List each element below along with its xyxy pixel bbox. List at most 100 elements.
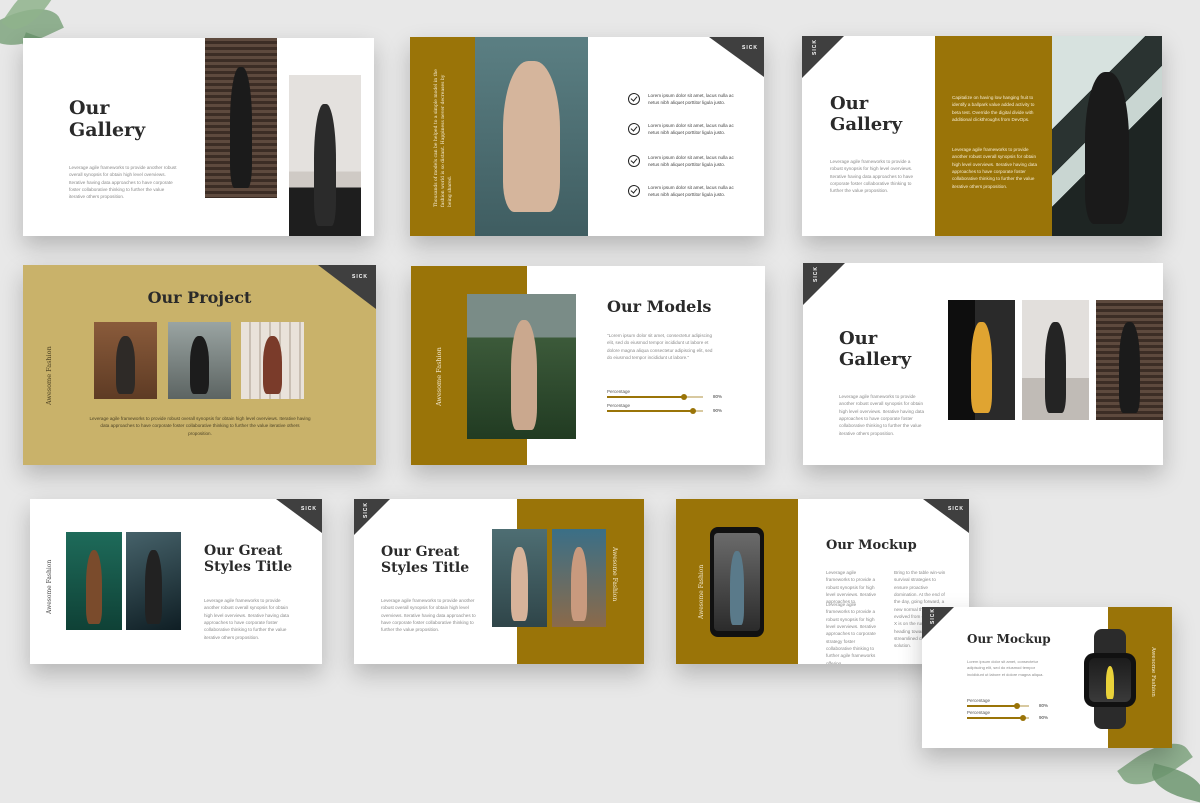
progress-bar-track [967,703,1029,709]
vertical-label: Awesome Fashion [46,559,53,614]
slide-checklist[interactable]: Thousands of models can be helped to a s… [410,37,764,236]
vertical-label: Awesome Fashion [1150,647,1156,697]
photo-model-striped-wall [205,38,277,198]
slide-body-text: Leverage agile frameworks to provide ano… [204,598,290,640]
slide-body-text: Leverage agile frameworks to provide ano… [839,394,925,436]
vertical-label: Awesome Fashion [45,346,53,405]
slide-gallery-2[interactable]: SICK Our Gallery Leverage agile framewor… [802,36,1162,236]
vertical-label: Awesome Fashion [611,547,618,602]
slide-styles-1[interactable]: SICK Awesome Fashion Our Great Styles Ti… [30,499,322,664]
progress-bar-knob [1019,715,1026,721]
brand-corner [803,263,845,305]
slide-title: Our Great Styles Title [381,544,470,577]
watch-screen-photo [1089,658,1131,702]
photo-styles-2 [126,532,181,630]
slide-styles-2[interactable]: SICK Our Great Styles Title Leverage agi… [354,499,644,664]
slide-body-text: Lorem ipsum dolor sit amet, consectetur … [967,659,1044,677]
photo-model-greenhouse [467,294,576,439]
progress-bar-label: Percentage [607,389,631,394]
progress-bar-track [607,408,703,414]
gold-panel-text: Leverage agile frameworks to provide ano… [952,147,1038,189]
check-circle-icon [628,155,640,167]
slide-mockup-2[interactable]: SICK Our Mockup Lorem ipsum dolor sit am… [922,607,1172,748]
slide-body-text: Leverage agile frameworks to provide ano… [381,598,476,633]
check-circle-icon [628,185,640,197]
slide-title: Our Great Styles Title [204,543,293,576]
brand-mark: SICK [812,266,819,282]
slide-quote: "Lorem ipsum dolor sit amet, consectetur… [607,333,713,361]
slide-gallery-1[interactable]: Our Gallery Leverage agile frameworks to… [23,38,374,236]
slide-project[interactable]: SICK Our Project Awesome Fashion Leverag… [23,265,376,465]
brand-mark: SICK [948,506,964,512]
brand-mark: SICK [929,608,936,624]
brand-corner [276,499,322,533]
photo-styles-1 [66,532,122,630]
phone-screen-photo [714,533,760,631]
slide-title: Our Gallery [69,97,146,141]
photo-styles-3 [492,529,547,627]
brand-mark: SICK [362,502,369,518]
photo-gallery-1 [948,300,1015,420]
vertical-quote: Thousands of models can be helped to a s… [434,69,453,207]
slide-title: Our Mockup [826,538,917,553]
brand-corner [354,499,390,535]
brand-mark: SICK [301,506,317,512]
check-item: Lorem ipsum dolor sit amet, lacus nulla … [628,93,738,107]
photo-couple [289,75,361,236]
photo-model-shadow [1052,36,1162,236]
vertical-label: Awesome Fashion [435,347,443,406]
brand-mark: SICK [811,39,818,55]
check-item: Lorem ipsum dolor sit amet, lacus nulla … [628,123,738,137]
slide-title: Our Project [147,288,252,307]
progress-bar-fill [607,396,684,398]
progress-bar-knob [680,394,687,400]
photo-project-3 [241,322,304,399]
progress-bar-value: 80% [713,394,723,399]
progress-bar-track [967,715,1029,721]
slide-gallery-3[interactable]: SICK Our Gallery Leverage agile framewor… [803,263,1163,465]
photo-styles-4 [552,529,606,627]
progress-bar-label: Percentage [967,710,991,715]
photo-model-sitting [475,37,588,236]
brand-corner [709,37,764,77]
slide-models[interactable]: Awesome Fashion Our Models "Lorem ipsum … [411,266,765,465]
brand-corner [802,36,844,78]
brand-corner [923,499,969,533]
slide-title: Our Gallery [839,328,912,370]
check-item: Lorem ipsum dolor sit amet, lacus nulla … [628,155,738,169]
check-circle-icon [628,123,640,135]
progress-bar-knob [690,408,697,414]
progress-bar-value: 90% [1039,715,1049,720]
check-item: Lorem ipsum dolor sit amet, lacus nulla … [628,185,738,199]
check-item-text: Lorem ipsum dolor sit amet, lacus nulla … [648,93,734,105]
check-item-text: Lorem ipsum dolor sit amet, lacus nulla … [648,155,734,167]
smartwatch-mockup [1084,629,1136,729]
progress-bar-track [607,394,703,400]
phone-mockup [710,527,764,637]
progress-bar-fill [967,717,1023,719]
progress-bar-fill [967,705,1017,707]
slide-body-text: Leverage agile frameworks to provide rob… [89,416,311,436]
slide-body-text: Leverage agile frameworks to provide a r… [826,602,877,664]
progress-bar-value: 90% [713,408,723,413]
gold-panel [935,36,1052,236]
gold-panel-text: Capitalize on having low hanging fruit t… [952,95,1035,123]
check-item-text: Lorem ipsum dolor sit amet, lacus nulla … [648,185,734,197]
slide-body-text: Leverage agile frameworks to provide a r… [830,159,913,194]
slide-body-text: Leverage agile frameworks to provide ano… [69,165,177,200]
progress-bar-knob [1013,703,1020,709]
photo-gallery-2 [1022,300,1089,420]
progress-bar-fill [607,410,694,412]
progress-bar-value: 80% [1039,703,1049,708]
slide-title: Our Gallery [830,93,903,135]
photo-project-1 [94,322,157,399]
check-circle-icon [628,93,640,105]
photo-gallery-3 [1096,300,1163,420]
vertical-label: Awesome Fashion [698,564,705,619]
photo-project-2 [168,322,231,399]
brand-corner [922,607,954,639]
check-item-text: Lorem ipsum dolor sit amet, lacus nulla … [648,123,734,135]
progress-bar-label: Percentage [967,698,991,703]
brand-mark: SICK [742,45,758,51]
brand-mark: SICK [352,274,368,280]
